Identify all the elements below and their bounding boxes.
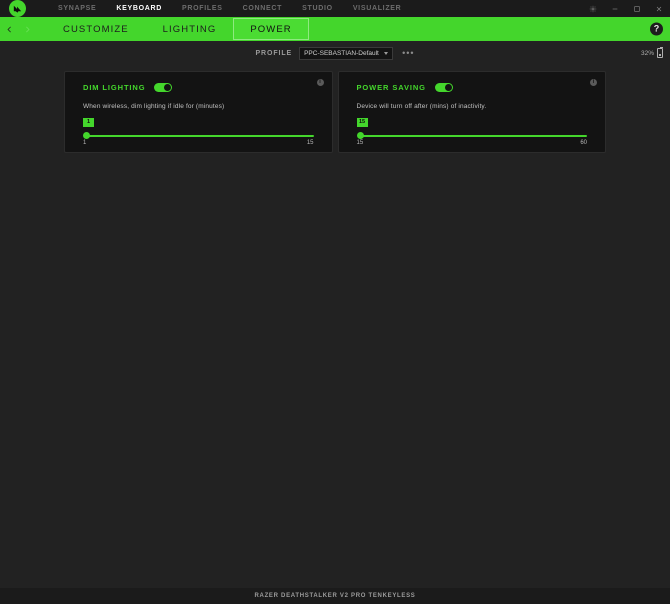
profile-label: PROFILE [255, 49, 293, 57]
chevron-left-icon[interactable] [0, 17, 18, 41]
tab-lighting[interactable]: LIGHTING [146, 18, 234, 40]
profile-dropdown-value: PPC-SEBASTIAN-Default [304, 49, 379, 57]
dim-lighting-slider-max: 15 [306, 140, 314, 146]
razer-logo-icon[interactable] [9, 0, 26, 17]
toggle-knob [164, 84, 172, 91]
profile-bar: PROFILE PPC-SEBASTIAN-Default ••• 32% [0, 41, 670, 65]
topnav-item-profiles[interactable]: PROFILES [172, 0, 233, 17]
device-name-label: RAZER DEATHSTALKER V2 PRO TENKEYLESS [254, 593, 416, 599]
topnav-item-keyboard[interactable]: KEYBOARD [106, 0, 172, 17]
dim-lighting-slider-min: 1 [83, 140, 87, 146]
help-button[interactable]: ? [650, 22, 663, 36]
topnav-item-synapse[interactable]: SYNAPSE [48, 0, 106, 17]
dim-lighting-header: DIM LIGHTING [83, 83, 314, 92]
info-icon[interactable]: i [590, 79, 597, 86]
tab-list: CUSTOMIZE LIGHTING POWER [46, 17, 309, 41]
topnav-item-studio[interactable]: STUDIO [292, 0, 343, 17]
minimize-icon[interactable] [604, 0, 626, 17]
dim-lighting-slider-range: 1 15 [83, 140, 314, 146]
razer-synapse-window: SYNAPSE KEYBOARD PROFILES CONNECT STUDIO… [0, 0, 670, 604]
dim-lighting-slider-value: 1 [83, 118, 94, 127]
close-icon[interactable] [648, 0, 670, 17]
chevron-down-icon [384, 51, 389, 55]
power-saving-slider-range: 15 60 [357, 140, 588, 146]
power-saving-slider-min: 15 [356, 140, 364, 146]
battery-indicator: 32% [640, 47, 663, 58]
battery-percent-label: 32% [640, 49, 654, 57]
dim-lighting-description: When wireless, dim lighting if idle for … [83, 103, 225, 110]
dim-lighting-slider-track[interactable] [85, 135, 314, 137]
maximize-icon[interactable] [626, 0, 648, 17]
profile-options-button[interactable]: ••• [402, 48, 414, 58]
power-saving-slider-max: 60 [580, 140, 587, 146]
power-saving-description: Device will turn off after (mins) of ina… [356, 103, 487, 110]
title-bar: SYNAPSE KEYBOARD PROFILES CONNECT STUDIO… [0, 0, 670, 17]
tab-power[interactable]: POWER [233, 18, 309, 40]
profile-selector-group: PROFILE PPC-SEBASTIAN-Default ••• [255, 46, 414, 60]
power-saving-slider-value: 15 [356, 118, 368, 127]
battery-icon [657, 47, 663, 58]
settings-gear-icon[interactable] [582, 0, 604, 17]
info-icon[interactable]: i [316, 79, 324, 86]
topnav-item-connect[interactable]: CONNECT [233, 0, 293, 17]
dim-lighting-slider-thumb[interactable] [83, 132, 90, 139]
section-tab-bar: CUSTOMIZE LIGHTING POWER ? [0, 17, 670, 41]
settings-card-list: i DIM LIGHTING When wireless, dim lighti… [64, 71, 606, 153]
dim-lighting-title: DIM LIGHTING [83, 83, 146, 92]
main-content: i DIM LIGHTING When wireless, dim lighti… [0, 65, 670, 588]
power-saving-card: i POWER SAVING Device will turn off afte… [337, 71, 606, 153]
window-controls [582, 0, 670, 17]
tab-customize[interactable]: CUSTOMIZE [46, 18, 146, 40]
power-saving-title: POWER SAVING [356, 83, 426, 92]
profile-dropdown[interactable]: PPC-SEBASTIAN-Default [299, 46, 394, 60]
dim-lighting-toggle[interactable] [154, 83, 173, 92]
power-saving-toggle[interactable] [434, 83, 453, 92]
power-saving-slider-track[interactable] [358, 135, 587, 137]
power-saving-header: POWER SAVING [357, 83, 588, 92]
top-navigation: SYNAPSE KEYBOARD PROFILES CONNECT STUDIO… [48, 0, 411, 17]
chevron-right-icon[interactable] [18, 17, 36, 41]
status-bar: RAZER DEATHSTALKER V2 PRO TENKEYLESS [0, 588, 670, 604]
toggle-knob [444, 84, 452, 91]
topnav-item-visualizer[interactable]: VISUALIZER [343, 0, 412, 17]
power-saving-slider-thumb[interactable] [356, 132, 364, 139]
dim-lighting-card: i DIM LIGHTING When wireless, dim lighti… [64, 71, 333, 153]
